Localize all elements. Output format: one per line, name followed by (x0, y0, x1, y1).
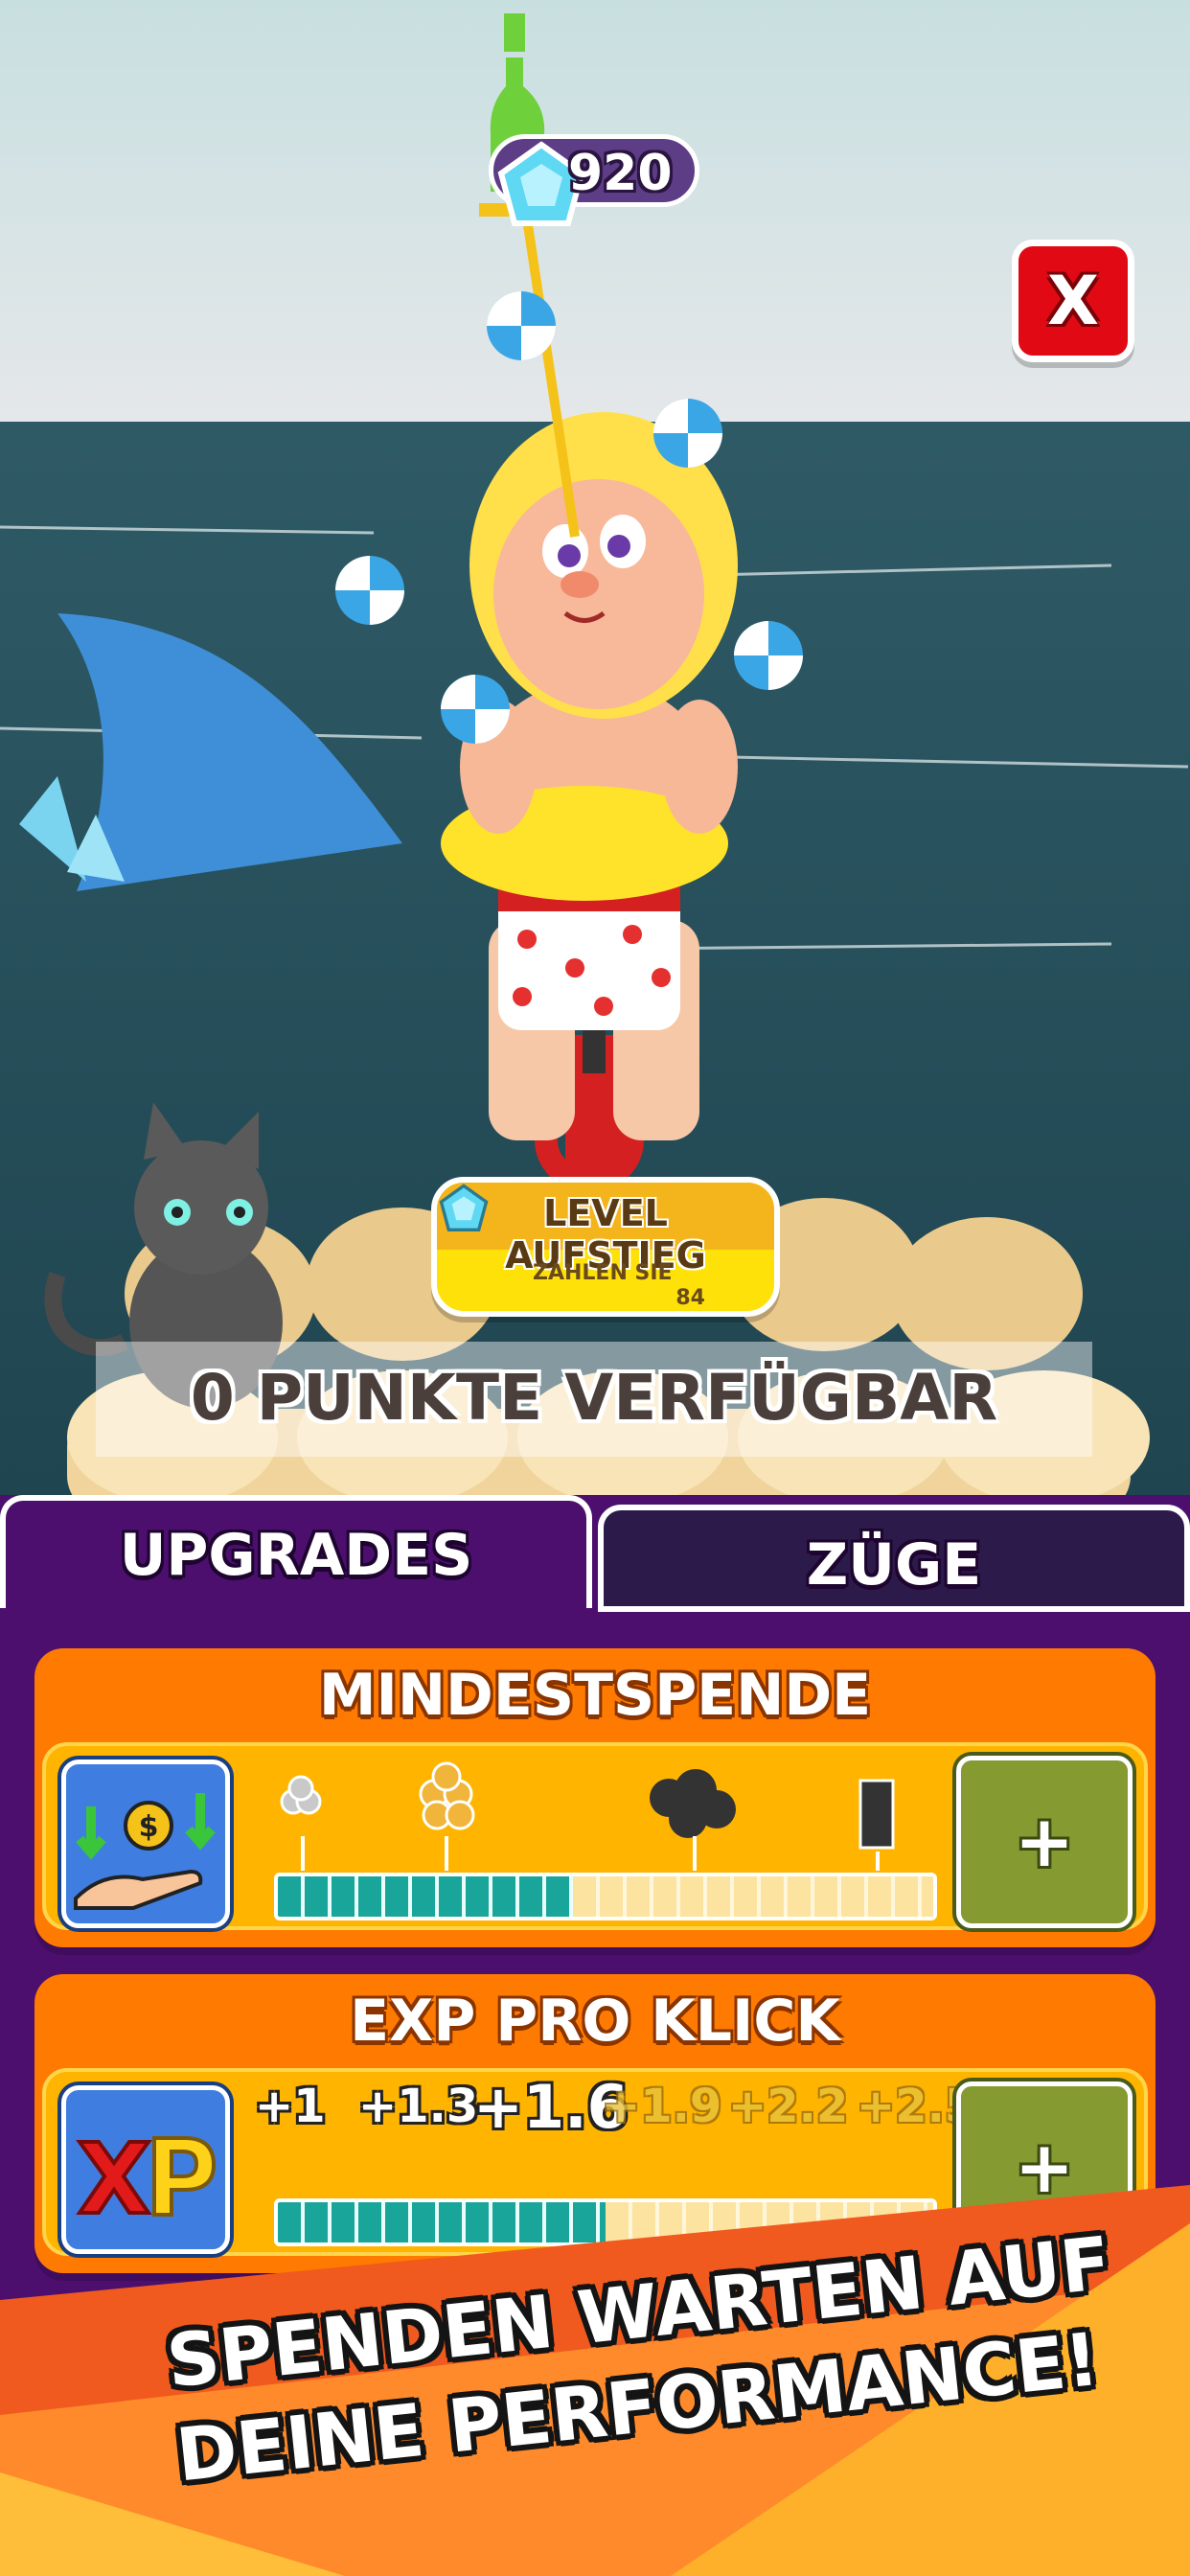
upgrade-title: MINDESTSPENDE (318, 1662, 872, 1729)
svg-text:$: $ (139, 1810, 159, 1844)
exp-step-label: +2.2 (728, 2080, 849, 2133)
diamond-icon (439, 1184, 489, 1231)
level-up-subtitle: ZAHLEN SIE (533, 1261, 673, 1285)
gem-count: 920 (568, 145, 673, 202)
gem-counter: 920 (489, 134, 699, 226)
points-banner: 0 PUNKTE VERFÜGBAR (96, 1342, 1092, 1457)
level-up-button[interactable]: LEVEL AUFSTIEG ZAHLEN SIE 84 (431, 1177, 780, 1317)
plus-icon: + (1014, 1801, 1074, 1883)
tab-moves[interactable]: ZÜGE (598, 1505, 1190, 1612)
game-scene: 920 X LEVEL AUFSTIEG ZAHLEN SIE 84 0 PUN… (0, 0, 1190, 1495)
milestone-icons (280, 1761, 895, 1871)
promo-banner: SPENDEN WARTEN AUF DEINE PERFORMANCE! (0, 2128, 1190, 2576)
donation-hand-icon: $ (61, 1760, 230, 1928)
upgrade-progress-bar (274, 1873, 937, 1920)
progress-remaining (572, 1876, 933, 1917)
tab-label: ZÜGE (806, 1531, 982, 1598)
close-icon: X (1047, 262, 1099, 340)
exp-step-label: +1.3 (358, 2080, 479, 2133)
upgrade-plus-button[interactable]: + (956, 1756, 1133, 1928)
points-available-label: 0 PUNKTE VERFÜGBAR (190, 1361, 998, 1435)
progress-fill (278, 1876, 573, 1917)
tab-upgrades[interactable]: UPGRADES (0, 1495, 592, 1608)
exp-step-label: +1.9 (602, 2080, 722, 2133)
upgrade-card-min-donation: MINDESTSPENDE $ + (34, 1648, 1156, 1947)
upgrade-body: $ + (42, 1742, 1148, 1930)
upgrade-title: EXP PRO KLICK (350, 1988, 840, 2055)
level-up-cost: 84 (675, 1286, 705, 1310)
exp-step-label: +1 (255, 2080, 326, 2133)
close-button[interactable]: X (1012, 240, 1134, 362)
tab-label: UPGRADES (119, 1522, 473, 1589)
